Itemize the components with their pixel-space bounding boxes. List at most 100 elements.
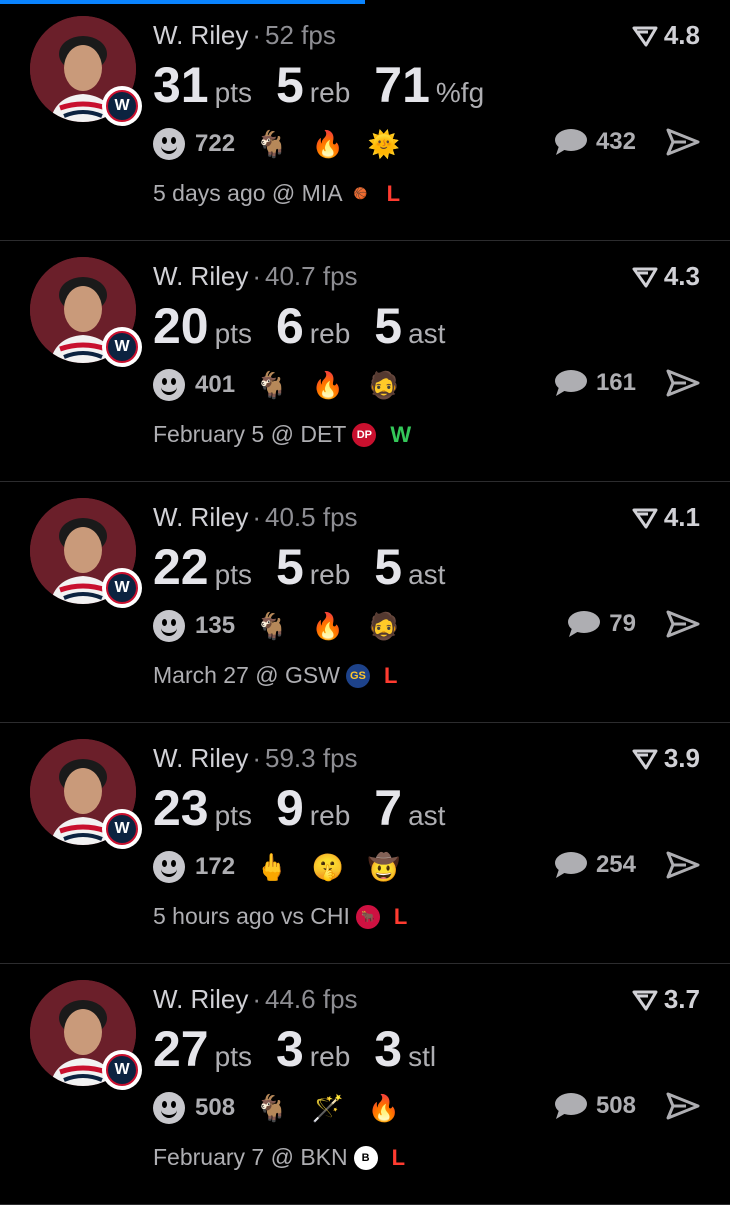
smile-icon[interactable] [153, 851, 185, 883]
share-icon[interactable] [666, 369, 700, 397]
fps-score: 40.7 fps [265, 261, 358, 291]
stat-pts: 31 pts [153, 56, 252, 114]
share-icon[interactable] [666, 610, 700, 638]
reaction-emoji[interactable]: 🧔 [367, 611, 401, 642]
smile-icon[interactable] [153, 1092, 185, 1124]
reactions-bar: 135 🐐 🔥 🧔 [153, 610, 423, 642]
share-icon[interactable] [666, 851, 700, 879]
rating[interactable]: 4.1 [632, 502, 700, 533]
stat-value: 7 [374, 780, 403, 836]
stat-unit: pts [214, 800, 252, 831]
reaction-emoji[interactable]: 🐐 [255, 1093, 289, 1124]
stat-unit: reb [309, 77, 351, 108]
comment-icon[interactable] [554, 369, 588, 397]
rating[interactable]: 4.8 [632, 20, 700, 51]
player-avatar[interactable]: W [30, 498, 142, 608]
stat-unit: reb [309, 318, 351, 349]
reaction-count: 508 [195, 1094, 236, 1121]
game-info[interactable]: February 5 @ DET DP W [153, 421, 411, 448]
feed-post[interactable]: W W. Riley · 44.6 fps 3.7 27 pts 3 reb 3 stl 50… [0, 964, 730, 1205]
stat-reb: 5 reb [276, 538, 350, 596]
stat-unit: ast [408, 800, 446, 831]
smile-icon[interactable] [153, 610, 185, 642]
player-name[interactable]: W. Riley [153, 261, 248, 291]
reaction-count: 401 [195, 371, 236, 398]
wizards-logo: W [106, 813, 138, 845]
comment-count: 161 [595, 369, 636, 396]
rating-value: 3.7 [663, 984, 700, 1014]
pistons-logo: DP [352, 422, 377, 447]
game-result: L [383, 662, 398, 688]
stat-unit: ast [408, 559, 446, 590]
reactions-bar: 722 🐐 🔥 🌞 [153, 128, 423, 160]
comment-count: 254 [595, 851, 636, 878]
stat-line: 23 pts 9 reb 7 ast [153, 779, 469, 837]
warriors-logo: GS [345, 663, 370, 688]
game-info[interactable]: 5 days ago @ MIA 🏀 L [153, 180, 400, 207]
feed-post[interactable]: W W. Riley · 59.3 fps 3.9 23 pts 9 reb 7 ast 17… [0, 723, 730, 964]
comment-icon[interactable] [554, 851, 588, 879]
share-icon[interactable] [666, 128, 700, 156]
wizards-logo: W [106, 331, 138, 363]
reaction-emoji[interactable]: 🧔 [367, 370, 401, 401]
rating-icon [632, 990, 658, 1010]
player-name[interactable]: W. Riley [153, 743, 248, 773]
reaction-emoji[interactable]: 🔥 [311, 370, 345, 401]
game-date-opponent: March 27 @ GSW [153, 662, 340, 688]
reaction-emoji[interactable]: 🖕 [255, 852, 289, 883]
reaction-emoji[interactable]: 🪄 [311, 1093, 345, 1124]
post-header: W. Riley · 52 fps [153, 20, 336, 51]
stat-unit: stl [408, 1041, 437, 1072]
comment-icon[interactable] [567, 610, 601, 638]
reaction-emoji[interactable]: 🐐 [255, 129, 289, 160]
player-avatar[interactable]: W [30, 980, 142, 1090]
fps-score: 52 fps [265, 20, 336, 50]
rating[interactable]: 4.3 [632, 261, 700, 292]
feed-post[interactable]: W W. Riley · 40.7 fps 4.3 20 pts 6 reb 5 ast 40… [0, 241, 730, 482]
game-date-opponent: February 7 @ BKN [153, 1144, 348, 1170]
post-header: W. Riley · 44.6 fps [153, 984, 358, 1015]
reaction-emoji[interactable]: 🐐 [255, 611, 289, 642]
player-avatar[interactable]: W [30, 16, 142, 126]
smile-icon[interactable] [153, 128, 185, 160]
game-info[interactable]: February 7 @ BKN B L [153, 1144, 405, 1171]
reaction-count: 722 [195, 130, 236, 157]
player-name[interactable]: W. Riley [153, 502, 248, 532]
reaction-emoji[interactable]: 🤠 [367, 852, 401, 883]
player-avatar[interactable]: W [30, 739, 142, 849]
separator: · [252, 984, 262, 1014]
feed: W W. Riley · 52 fps 4.8 31 pts 5 reb 71 %fg 722… [0, 0, 730, 1205]
share-icon[interactable] [666, 1092, 700, 1120]
reaction-emoji[interactable]: 🔥 [311, 611, 345, 642]
post-header: W. Riley · 40.5 fps [153, 502, 358, 533]
reaction-emoji[interactable]: 🔥 [367, 1093, 401, 1124]
stat-value: 5 [374, 298, 403, 354]
reaction-emoji[interactable]: 🤫 [311, 852, 345, 883]
smile-icon[interactable] [153, 369, 185, 401]
feed-post[interactable]: W W. Riley · 40.5 fps 4.1 22 pts 5 reb 5 ast 13… [0, 482, 730, 723]
rating-value: 3.9 [663, 743, 700, 773]
fps-score: 40.5 fps [265, 502, 358, 532]
rating[interactable]: 3.7 [632, 984, 700, 1015]
stat-value: 6 [275, 298, 304, 354]
feed-post[interactable]: W W. Riley · 52 fps 4.8 31 pts 5 reb 71 %fg 722… [0, 0, 730, 241]
reaction-emoji[interactable]: 🌞 [367, 129, 401, 160]
comment-icon[interactable] [554, 1092, 588, 1120]
stat-unit: pts [214, 318, 252, 349]
stat-pts: 27 pts [153, 1020, 252, 1078]
reactions-bar: 508 🐐 🪄 🔥 [153, 1092, 423, 1124]
rating[interactable]: 3.9 [632, 743, 700, 774]
reaction-emoji[interactable]: 🐐 [255, 370, 289, 401]
reaction-list: 🐐 🪄 🔥 [255, 1093, 423, 1124]
game-info[interactable]: March 27 @ GSW GS L [153, 662, 397, 689]
player-name[interactable]: W. Riley [153, 20, 248, 50]
comment-icon[interactable] [554, 128, 588, 156]
game-info[interactable]: 5 hours ago vs CHI 🐂 L [153, 903, 407, 930]
stat-line: 22 pts 5 reb 5 ast [153, 538, 469, 596]
stat-pts: 22 pts [153, 538, 252, 596]
separator: · [252, 743, 262, 773]
player-avatar[interactable]: W [30, 257, 142, 367]
player-name[interactable]: W. Riley [153, 984, 248, 1014]
reaction-emoji[interactable]: 🔥 [311, 129, 345, 160]
stat-value: 20 [153, 298, 209, 354]
